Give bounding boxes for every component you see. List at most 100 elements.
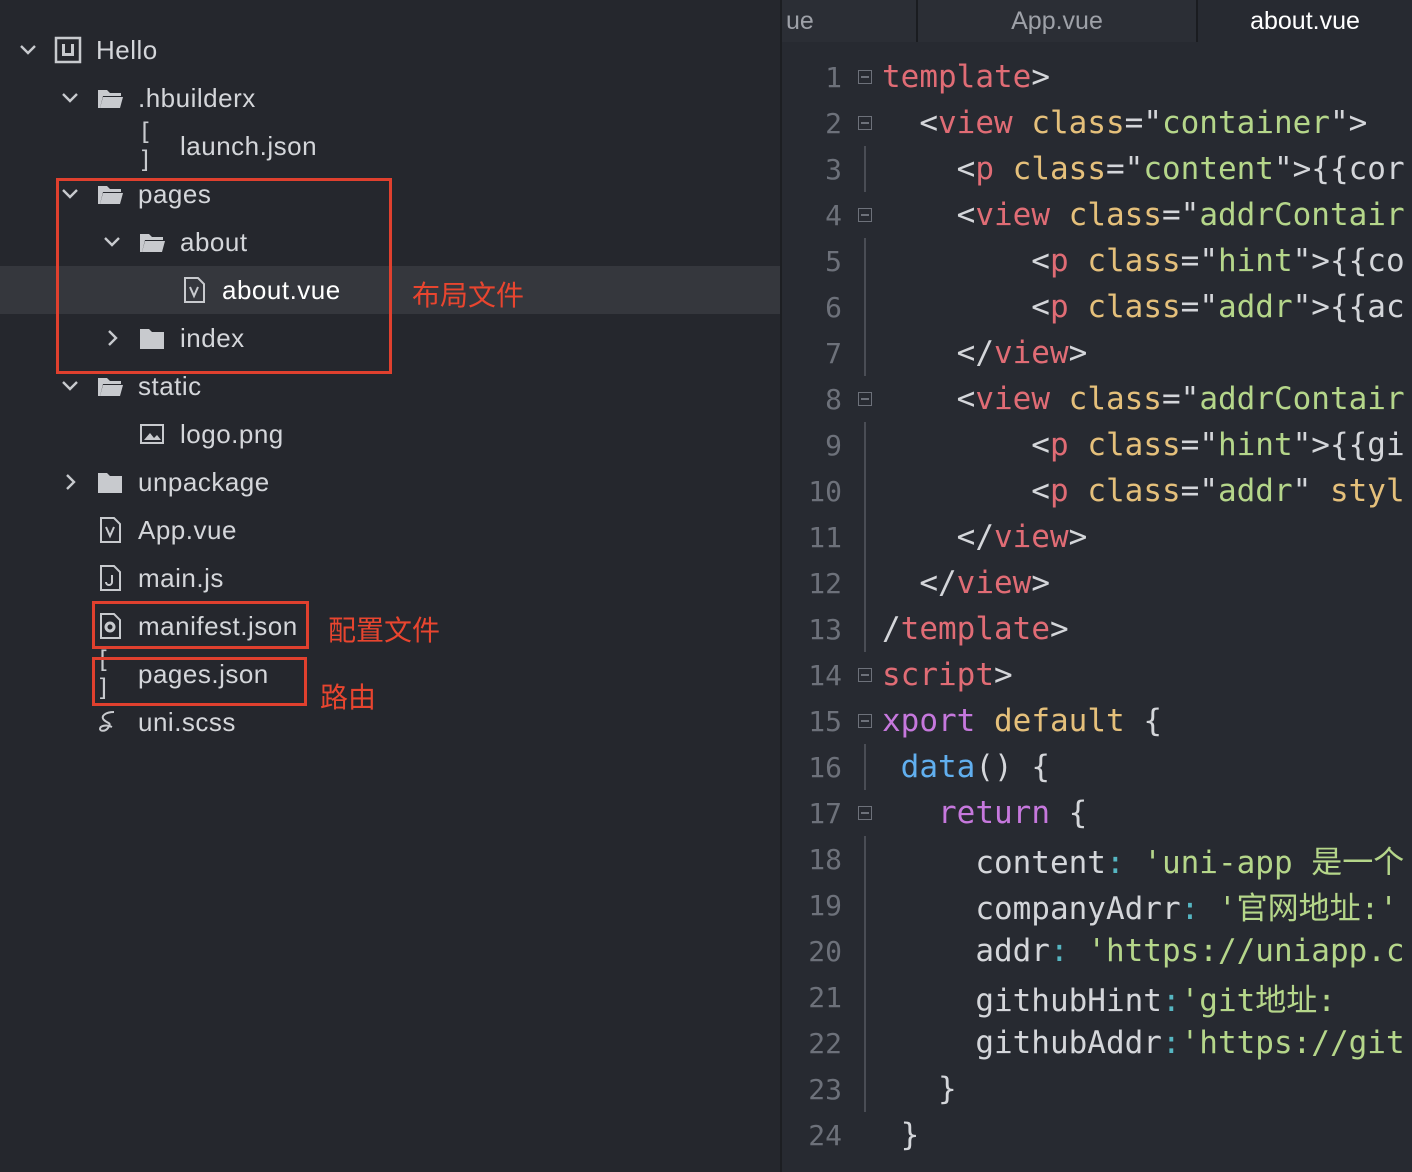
fold-toggle-icon[interactable]	[858, 806, 872, 820]
code-token: :	[1161, 982, 1181, 1019]
code-line[interactable]: 18 content: 'uni-app 是一个	[782, 836, 1412, 882]
code-text: <p class="content">{{cor	[882, 151, 1412, 187]
line-number: 24	[808, 1118, 842, 1152]
code-token: view	[993, 519, 1069, 555]
code-token: content	[1143, 151, 1274, 187]
fold-toggle-icon[interactable]	[858, 70, 872, 84]
fold-toggle-icon[interactable]	[858, 714, 872, 728]
tree-item-logo-png[interactable]: logo.png	[0, 410, 780, 458]
editor-tab-ue[interactable]: ue	[782, 0, 918, 42]
fold-toggle-icon[interactable]	[858, 116, 872, 130]
code-token: class	[1012, 151, 1106, 187]
code-token: {	[1124, 703, 1162, 739]
code-token: addr	[1217, 289, 1293, 325]
tree-item-label: logo.png	[180, 418, 284, 449]
code-line[interactable]: 9 <p class="hint">{{gi	[782, 422, 1412, 468]
chevron-right-icon[interactable]	[58, 470, 82, 494]
tree-item-app-vue[interactable]: App.vue	[0, 506, 780, 554]
code-line[interactable]: 13/template>	[782, 606, 1412, 652]
json-bracket-glyph: [ ]	[138, 118, 155, 174]
tree-item-main-js[interactable]: main.js	[0, 554, 780, 602]
annotation-routing: 路由	[320, 681, 377, 714]
json-bracket-icon: [ ]	[138, 118, 166, 174]
code-line[interactable]: 14 script>	[782, 652, 1412, 698]
line-number: 3	[825, 152, 842, 186]
code-line[interactable]: 2 <view class="container">	[782, 100, 1412, 146]
code-text: </view>	[882, 335, 1412, 371]
code-line[interactable]: 10 <p class="addr" styl	[782, 468, 1412, 514]
js-file-icon	[96, 564, 124, 592]
fold-toggle-icon[interactable]	[858, 668, 872, 682]
code-token: ">{{cor	[1273, 151, 1405, 187]
tree-item-launch-json[interactable]: [ ] launch.json	[0, 118, 780, 174]
code-line[interactable]: 8 <view class="addrContair	[782, 376, 1412, 422]
vue-file-icon	[96, 516, 124, 544]
tree-item-unpackage[interactable]: unpackage	[0, 458, 780, 506]
code-token: }	[882, 1071, 957, 1107]
code-token: ">{{gi	[1292, 427, 1405, 463]
code-text: }	[882, 1117, 1412, 1153]
code-token: return	[938, 795, 1050, 831]
code-token: p	[1049, 243, 1069, 279]
editor-tab-app-vue[interactable]: App.vue	[918, 0, 1198, 42]
code-line[interactable]: 4 <view class="addrContair	[782, 192, 1412, 238]
code-token: ="	[1124, 105, 1162, 141]
code-text: script>	[882, 657, 1412, 693]
code-line[interactable]: 6 <p class="addr">{{ac	[782, 284, 1412, 330]
fold-guide-line	[864, 284, 866, 330]
code-line[interactable]: 7 </view>	[782, 330, 1412, 376]
chevron-down-icon[interactable]	[16, 38, 40, 62]
code-text: githubHint:'git地址:	[882, 975, 1412, 1020]
code-line[interactable]: 1 template>	[782, 54, 1412, 100]
fold-guide-line	[864, 882, 866, 928]
chevron-down-icon[interactable]	[58, 374, 82, 398]
code-line[interactable]: 17 return {	[782, 790, 1412, 836]
code-line[interactable]: 5 <p class="hint">{{co	[782, 238, 1412, 284]
code-token: default	[994, 703, 1125, 739]
code-token: ="	[1180, 243, 1218, 279]
code-line[interactable]: 21 githubHint:'git地址:	[782, 974, 1412, 1020]
fold-toggle-icon[interactable]	[858, 392, 872, 406]
code-line[interactable]: 24 }	[782, 1112, 1412, 1158]
code-token: "	[1292, 473, 1330, 509]
highlight-box-pages	[56, 178, 392, 374]
fold-guide-line	[864, 560, 866, 606]
code-text: <p class="hint">{{co	[882, 243, 1412, 279]
tree-item-label: Hello	[96, 34, 158, 65]
line-number: 10	[808, 474, 842, 508]
fold-guide-line	[864, 1066, 866, 1112]
code-token: companyAdrr	[882, 890, 1181, 927]
code-line[interactable]: 19 companyAdrr: '官网地址:'	[782, 882, 1412, 928]
code-line[interactable]: 20 addr: 'https://uniapp.c	[782, 928, 1412, 974]
code-line[interactable]: 11 </view>	[782, 514, 1412, 560]
line-number: 20	[808, 934, 842, 968]
fold-guide-line	[864, 744, 866, 790]
fold-guide-line	[864, 330, 866, 376]
annotation-layout-file: 布局文件	[412, 279, 525, 312]
code-token: }	[882, 1117, 920, 1153]
code-token: p	[1049, 289, 1069, 325]
code-token: class	[1087, 289, 1181, 325]
code-line[interactable]: 22 githubAddr:'https://git	[782, 1020, 1412, 1066]
tree-item-hello[interactable]: Hello	[0, 26, 780, 74]
code-token: >	[1049, 611, 1069, 647]
line-number: 6	[825, 290, 842, 324]
code-line[interactable]: 16 data() {	[782, 744, 1412, 790]
tree-item-label: unpackage	[138, 466, 270, 497]
code-token: script	[882, 657, 994, 693]
code-line[interactable]: 3 <p class="content">{{cor	[782, 146, 1412, 192]
code-line[interactable]: 12 </view>	[782, 560, 1412, 606]
fold-toggle-icon[interactable]	[858, 208, 872, 222]
editor-tab-about-vue[interactable]: about.vue	[1198, 0, 1412, 42]
code-token: :	[1180, 890, 1200, 927]
code-line[interactable]: 23 }	[782, 1066, 1412, 1112]
code-line[interactable]: 15 xport default {	[782, 698, 1412, 744]
code-editor[interactable]: ue App.vue about.vue 1 template> 2 <view cla…	[780, 0, 1412, 1172]
code-token: p	[1049, 473, 1069, 509]
tree-item-hbuilderx[interactable]: .hbuilderx	[0, 74, 780, 122]
chevron-down-icon[interactable]	[58, 86, 82, 110]
